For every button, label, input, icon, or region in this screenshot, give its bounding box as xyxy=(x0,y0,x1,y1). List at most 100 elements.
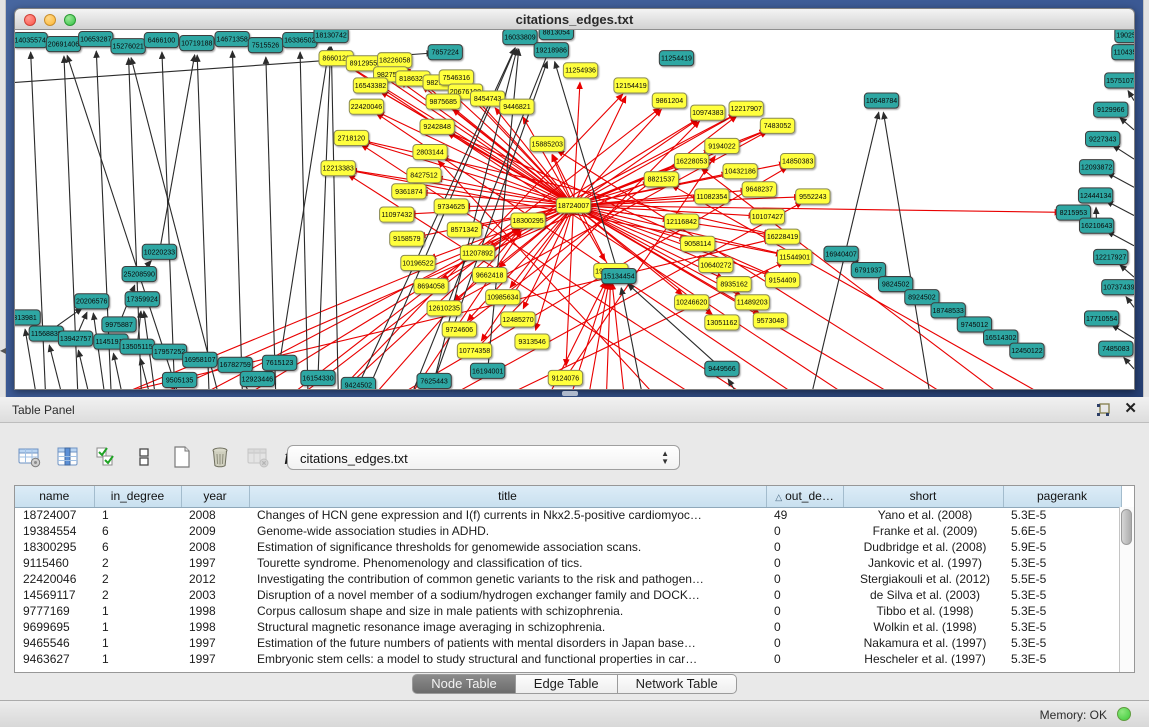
graph-node[interactable]: 10432186 xyxy=(723,164,757,179)
graph-node[interactable]: 10719188 xyxy=(180,36,214,51)
table-row[interactable]: 946554611997Estimation of the future num… xyxy=(15,635,1121,651)
graph-node[interactable]: 22420046 xyxy=(349,99,383,114)
graph-node[interactable]: 9313546 xyxy=(515,334,549,349)
graph-node[interactable]: 12093872 xyxy=(1079,160,1113,175)
column-header-5[interactable]: short xyxy=(843,486,1003,507)
graph-node[interactable]: 6791937 xyxy=(851,262,885,277)
split-pane-handle[interactable] xyxy=(562,391,578,396)
graph-node[interactable]: 17359924 xyxy=(125,292,159,307)
graph-node[interactable]: 15751074 xyxy=(1105,73,1134,88)
graph-node[interactable]: 19025341 xyxy=(1115,30,1134,43)
network-canvas[interactable]: 18724007 8660123 8912955 18226058 982750… xyxy=(14,30,1135,390)
graph-node[interactable]: 7615123 xyxy=(262,355,296,370)
table-row[interactable]: 969969511998Structural magnetic resonanc… xyxy=(15,619,1121,635)
graph-node[interactable]: 13505115 xyxy=(120,339,154,354)
graph-node[interactable]: 7857224 xyxy=(428,45,462,60)
graph-node[interactable]: 9446821 xyxy=(500,99,534,114)
graph-node[interactable]: 11544901 xyxy=(777,249,811,264)
graph-node[interactable]: 13942757 xyxy=(58,331,92,346)
graph-node[interactable]: 9734625 xyxy=(434,199,468,214)
graph-node[interactable]: 7625443 xyxy=(417,373,451,388)
graph-node[interactable]: 3313981 xyxy=(15,310,40,325)
graph-node[interactable]: 9154409 xyxy=(765,273,799,288)
graph-node[interactable]: 10985634 xyxy=(486,290,520,305)
graph-node[interactable]: 9552243 xyxy=(796,189,830,204)
graph-node[interactable]: 10648784 xyxy=(864,93,898,108)
graph-node[interactable]: 16940407 xyxy=(824,246,858,261)
network-graph-svg[interactable]: 18724007 8660123 8912955 18226058 982750… xyxy=(15,30,1134,389)
graph-node[interactable]: 6466100 xyxy=(144,33,178,48)
graph-node[interactable]: 9361874 xyxy=(392,184,426,199)
graph-node[interactable]: 16228053 xyxy=(674,154,708,169)
graph-node[interactable]: 11207892 xyxy=(460,245,494,260)
graph-node[interactable]: 15885203 xyxy=(530,136,564,151)
graph-node[interactable]: 7546316 xyxy=(439,70,473,85)
column-header-6[interactable]: pagerank xyxy=(1003,486,1121,507)
graph-node[interactable]: 9662418 xyxy=(472,267,506,282)
graph-node[interactable]: 9424502 xyxy=(341,377,375,389)
graph-node[interactable]: 8571342 xyxy=(447,222,481,237)
table-row[interactable]: 1830029562008Estimation of significance … xyxy=(15,539,1121,555)
graph-node[interactable]: 9227343 xyxy=(1086,131,1120,146)
graph-node[interactable]: 9975887 xyxy=(102,317,136,332)
graph-node[interactable]: 9861204 xyxy=(652,93,686,108)
graph-node[interactable]: 8821537 xyxy=(644,172,678,187)
table-row[interactable]: 946362711997Embryonic stem cells: a mode… xyxy=(15,651,1121,667)
graph-node[interactable]: 7515526 xyxy=(248,38,282,53)
column-header-4[interactable]: △out_de… xyxy=(766,486,843,507)
graph-node[interactable]: 15276021 xyxy=(111,39,145,54)
close-panel-icon[interactable]: ✕ xyxy=(1124,401,1137,417)
graph-node[interactable]: 7485083 xyxy=(1099,341,1133,356)
graph-node[interactable]: 10107427 xyxy=(750,209,784,224)
table-scrollbar[interactable] xyxy=(1119,507,1134,672)
graph-node[interactable]: 14035574 xyxy=(15,33,47,48)
graph-node[interactable]: 11489203 xyxy=(735,295,769,310)
graph-node[interactable]: 8427512 xyxy=(407,168,441,183)
graph-node[interactable]: 17957252 xyxy=(152,344,186,359)
graph-node[interactable]: 16958107 xyxy=(183,352,217,367)
right-collapsed-strip[interactable] xyxy=(1143,0,1149,397)
graph-node[interactable]: 25208590 xyxy=(122,266,156,281)
graph-node[interactable]: 10640272 xyxy=(699,257,733,272)
column-header-1[interactable]: in_degree xyxy=(94,486,181,507)
graph-node[interactable]: 9058114 xyxy=(681,236,715,251)
graph-node[interactable]: 9242848 xyxy=(420,119,454,134)
table-row[interactable]: 1872400712008Changes of HCN gene express… xyxy=(15,507,1121,523)
graph-node[interactable]: 12213383 xyxy=(321,161,355,176)
tab-network-table[interactable]: Network Table xyxy=(618,674,737,694)
graph-node[interactable]: 2718120 xyxy=(334,130,368,145)
graph-node[interactable]: 8813054 xyxy=(539,30,573,40)
select-rows-icon[interactable] xyxy=(92,444,120,470)
graph-node[interactable]: 9158579 xyxy=(390,231,424,246)
graph-node[interactable]: 9124076 xyxy=(548,370,582,385)
graph-node[interactable]: 18226058 xyxy=(378,53,412,68)
graph-node[interactable]: 10653287 xyxy=(79,32,113,47)
graph-node[interactable]: 20691406 xyxy=(46,37,80,52)
graph-node[interactable]: 15134454 xyxy=(602,268,636,283)
select-columns-icon[interactable] xyxy=(54,444,82,470)
table-scrollbar-thumb[interactable] xyxy=(1121,509,1132,545)
table-row[interactable]: 977716911998Corpus callosum shape and si… xyxy=(15,603,1121,619)
graph-node[interactable]: 12154419 xyxy=(614,78,648,93)
graph-node[interactable]: 12610235 xyxy=(427,301,461,316)
table-row[interactable]: 911546021997Tourette syndrome. Phenomeno… xyxy=(15,555,1121,571)
graph-node[interactable]: 12450122 xyxy=(1010,343,1044,358)
table-row[interactable]: 1456911722003Disruption of a novel membe… xyxy=(15,587,1121,603)
graph-node[interactable]: 16210643 xyxy=(1079,218,1113,233)
graph-node[interactable]: 9449566 xyxy=(705,361,739,376)
table-row[interactable]: 1938455462009Genome-wide association stu… xyxy=(15,523,1121,539)
graph-node[interactable]: 18724007 xyxy=(556,198,590,213)
graph-node[interactable]: 18300295 xyxy=(511,213,545,228)
graph-node[interactable]: 11254936 xyxy=(563,63,597,78)
table-settings-icon[interactable] xyxy=(16,444,44,470)
graph-node[interactable]: 11043582 xyxy=(1112,45,1134,60)
graph-node[interactable]: 9573048 xyxy=(753,313,787,328)
column-header-2[interactable]: year xyxy=(181,486,249,507)
graph-node[interactable]: 11082354 xyxy=(695,189,729,204)
graph-node[interactable]: 18748533 xyxy=(931,303,965,318)
graph-node[interactable]: 16194001 xyxy=(470,363,504,378)
graph-node[interactable]: 8935162 xyxy=(717,277,751,292)
graph-node[interactable]: 11254419 xyxy=(659,51,693,66)
graph-node[interactable]: 9648237 xyxy=(742,182,776,197)
graph-node[interactable]: 10196522 xyxy=(401,255,435,270)
